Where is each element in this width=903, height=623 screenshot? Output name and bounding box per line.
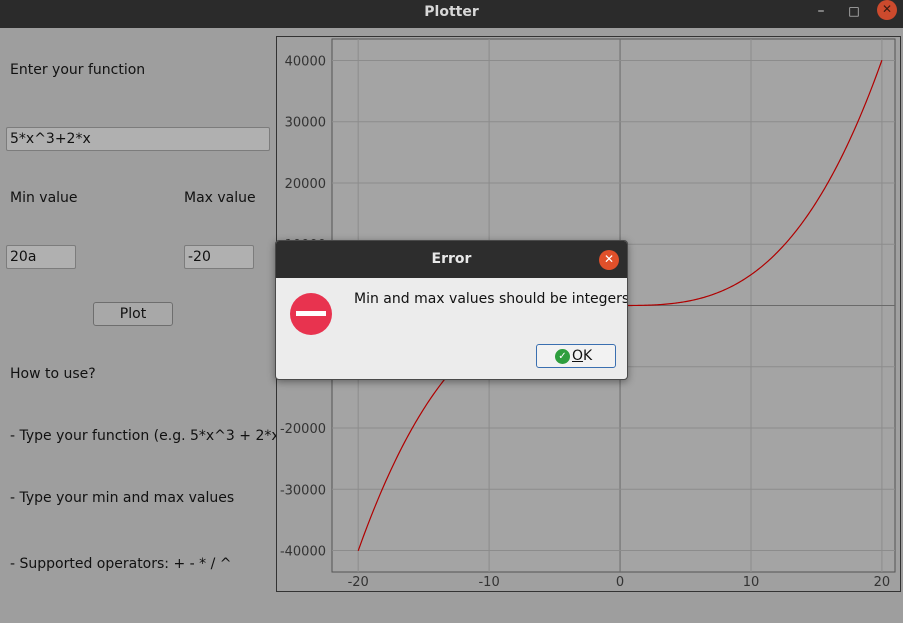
x-tick-label: 20 [874, 575, 891, 590]
dialog-title: Error [276, 241, 627, 278]
y-tick-label: 30000 [285, 116, 326, 131]
x-tick-label: -20 [348, 575, 369, 590]
window-title: Plotter [424, 4, 479, 20]
min-value-label: Min value [10, 190, 78, 206]
help-line: - Type your min and max values [10, 490, 235, 506]
check-icon: ✓ [555, 349, 570, 364]
help-line: - Type your function (e.g. 5*x^3 + 2*x) [10, 428, 286, 444]
y-tick-label: -40000 [280, 545, 326, 560]
y-tick-label: -30000 [280, 483, 326, 498]
function-input[interactable]: 5*x^3+2*x [6, 127, 270, 151]
x-tick-label: -10 [478, 575, 499, 590]
function-label: Enter your function [10, 62, 146, 78]
min-value-input[interactable]: 20a [6, 245, 76, 269]
max-value-input[interactable]: -20 [184, 245, 254, 269]
max-value-label: Max value [184, 190, 256, 206]
error-stop-icon [290, 293, 332, 335]
y-tick-label: 20000 [285, 177, 326, 192]
window-titlebar: Plotter – □ ✕ [0, 0, 903, 28]
y-tick-label: -20000 [280, 422, 326, 437]
window-close-icon[interactable]: ✕ [877, 0, 897, 20]
ok-mnemonic: O [572, 348, 584, 364]
dialog-close-icon[interactable]: ✕ [599, 250, 619, 270]
ok-button[interactable]: ✓ OK [536, 344, 616, 368]
x-tick-label: 10 [743, 575, 760, 590]
ok-label-rest: K [583, 348, 593, 364]
help-heading: How to use? [10, 366, 96, 382]
help-line: - Supported operators: + - * / ^ [10, 556, 232, 572]
error-dialog: Error ✕ Min and max values should be int… [275, 240, 628, 380]
plot-button[interactable]: Plot [93, 302, 173, 326]
x-tick-label: 0 [616, 575, 624, 590]
y-tick-label: 40000 [285, 54, 326, 69]
minimize-icon[interactable]: – [810, 1, 832, 23]
dialog-message: Min and max values should be integers [354, 291, 628, 307]
maximize-icon[interactable]: □ [843, 1, 865, 23]
